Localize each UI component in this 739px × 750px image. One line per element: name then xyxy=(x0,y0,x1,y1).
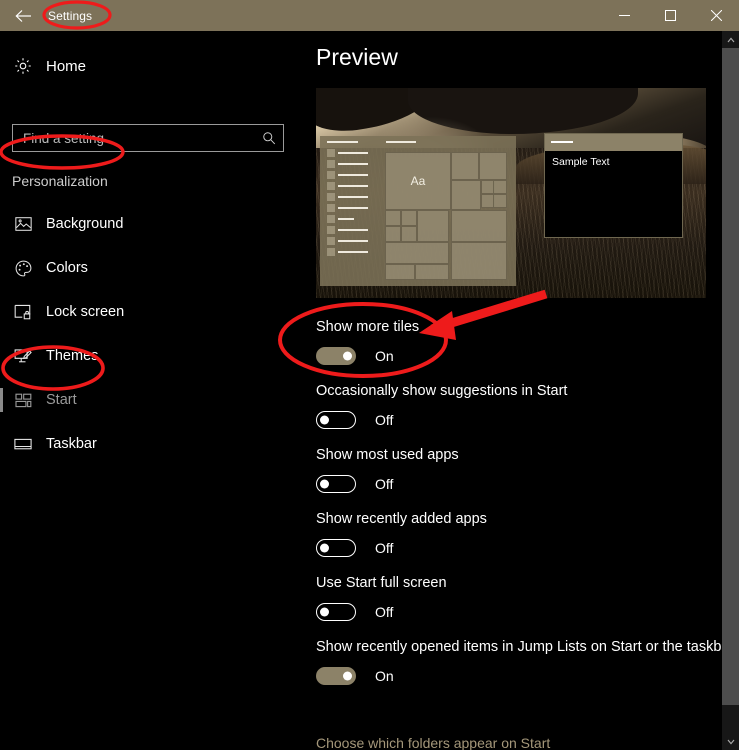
toggle-knob xyxy=(320,479,329,489)
setting-label: Occasionally show suggestions in Start xyxy=(316,383,568,399)
window-controls xyxy=(601,0,739,31)
setting-label: Show recently added apps xyxy=(316,511,487,527)
toggle-state-label: Off xyxy=(375,412,394,428)
start-menu-header-rule xyxy=(327,141,358,143)
chevron-up-icon[interactable] xyxy=(722,31,739,48)
sidebar-item-taskbar[interactable]: Taskbar xyxy=(0,427,290,461)
sample-window-mockup: Sample Text xyxy=(544,133,683,238)
toggle-knob xyxy=(343,671,352,681)
sidebar-group-title: Personalization xyxy=(12,173,108,189)
picture-icon xyxy=(0,216,46,232)
choose-folders-link[interactable]: Choose which folders appear on Start xyxy=(316,735,550,750)
window-body: Home Personalization xyxy=(0,31,739,750)
toggle-state-label: Off xyxy=(375,476,394,492)
sidebar-item-label: Themes xyxy=(46,348,99,364)
toggle-show-recently-added-apps[interactable] xyxy=(316,539,356,557)
sample-window-title-bar xyxy=(545,134,682,151)
title-bar: Settings xyxy=(0,0,739,31)
toggle-occasionally-show-suggestions[interactable] xyxy=(316,411,356,429)
sidebar-item-label: Colors xyxy=(46,260,88,276)
toggle-knob xyxy=(320,415,329,425)
window-title: Settings xyxy=(48,8,93,23)
sidebar-item-colors[interactable]: Colors xyxy=(0,251,290,285)
scrollbar-thumb[interactable] xyxy=(722,48,739,705)
setting-use-start-full-screen: Use Start full screen Off xyxy=(316,575,716,621)
palette-icon xyxy=(0,260,46,277)
sidebar-item-home[interactable]: Home xyxy=(0,48,290,84)
page-title: Preview xyxy=(316,44,398,70)
sidebar-item-background[interactable]: Background xyxy=(0,207,290,241)
toggle-knob xyxy=(320,607,329,617)
toggle-knob xyxy=(320,543,329,553)
sidebar-item-label: Start xyxy=(46,392,77,408)
sidebar-item-label: Home xyxy=(46,57,87,75)
setting-label: Show more tiles xyxy=(316,319,420,335)
sample-window-text: Sample Text xyxy=(552,156,610,168)
toggle-state-label: On xyxy=(375,668,394,684)
setting-show-more-tiles: Show more tiles On xyxy=(316,319,716,365)
search-input[interactable] xyxy=(13,130,255,146)
toggle-state-label: Off xyxy=(375,604,394,620)
minimize-button[interactable] xyxy=(601,0,647,31)
start-menu-tile-grid: Aa xyxy=(385,152,507,280)
toggle-knob xyxy=(343,351,352,361)
taskbar-icon xyxy=(0,437,46,451)
sidebar-item-label: Background xyxy=(46,216,124,232)
sidebar-item-start[interactable]: Start xyxy=(0,383,290,417)
back-button[interactable] xyxy=(0,0,46,31)
toggle-state-label: On xyxy=(375,348,394,364)
gear-icon xyxy=(0,57,46,75)
setting-show-recently-opened-jump-lists: Show recently opened items in Jump Lists… xyxy=(316,639,735,685)
close-button[interactable] xyxy=(693,0,739,31)
setting-show-most-used-apps: Show most used apps Off xyxy=(316,447,716,493)
toggle-show-most-used-apps[interactable] xyxy=(316,475,356,493)
search-box[interactable] xyxy=(12,124,284,152)
tile-aa: Aa xyxy=(385,152,451,210)
setting-occasionally-show-suggestions: Occasionally show suggestions in Start O… xyxy=(316,383,716,429)
main-content: Preview Aa Sample Text Show more tiles O… xyxy=(300,31,739,750)
sample-window-title-rule xyxy=(551,141,573,143)
sidebar-item-label: Taskbar xyxy=(46,436,97,452)
setting-label: Use Start full screen xyxy=(316,575,447,591)
sidebar-item-label: Lock screen xyxy=(46,304,125,320)
settings-window: Settings Home Find a setting Personaliza… xyxy=(0,0,739,750)
toggle-show-more-tiles[interactable] xyxy=(316,347,356,365)
sidebar-item-lock-screen[interactable]: Lock screen xyxy=(0,295,290,329)
toggle-state-label: Off xyxy=(375,540,394,556)
sidebar-item-themes[interactable]: Themes xyxy=(0,339,290,373)
chevron-down-icon[interactable] xyxy=(722,733,739,750)
toggle-show-recently-opened-jump-lists[interactable] xyxy=(316,667,356,685)
start-preview-image: Aa Sample Text xyxy=(316,88,706,298)
sidebar: Home Personalization xyxy=(0,31,300,750)
toggle-use-start-full-screen[interactable] xyxy=(316,603,356,621)
tiles-header-rule xyxy=(386,141,416,143)
start-tiles-icon xyxy=(0,393,46,408)
start-menu-mockup: Aa xyxy=(320,136,516,286)
themes-icon xyxy=(0,348,46,365)
start-menu-app-list xyxy=(327,148,375,258)
tile-aa-label: Aa xyxy=(410,174,426,188)
search-icon xyxy=(255,131,283,145)
lock-screen-icon xyxy=(0,304,46,320)
selection-indicator xyxy=(0,388,3,412)
setting-label: Show recently opened items in Jump Lists… xyxy=(316,639,735,655)
setting-show-recently-added-apps: Show recently added apps Off xyxy=(316,511,716,557)
maximize-button[interactable] xyxy=(647,0,693,31)
setting-label: Show most used apps xyxy=(316,447,459,463)
scrollbar[interactable] xyxy=(722,31,739,750)
